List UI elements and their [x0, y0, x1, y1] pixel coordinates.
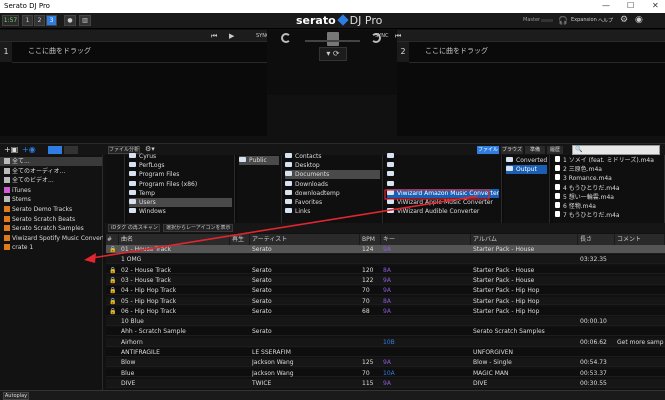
drag-arrow-head: [84, 253, 96, 263]
autoplay-button[interactable]: Autoplay: [3, 392, 29, 400]
status-bar: Autoplay: [0, 390, 665, 400]
highlight-box: [384, 189, 490, 200]
annotation-arrows: [84, 189, 490, 263]
drag-arrow-line: [91, 195, 479, 259]
